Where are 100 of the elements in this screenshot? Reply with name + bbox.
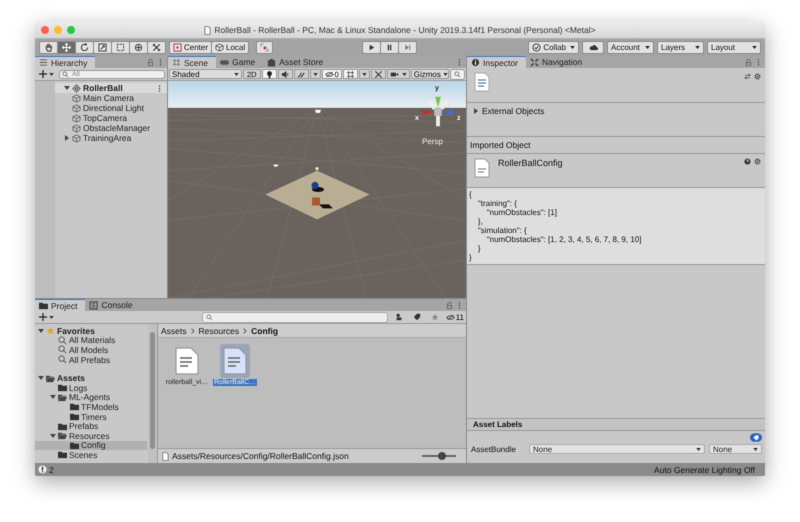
project-tree-row[interactable]: Prefabs: [35, 421, 147, 431]
project-tree-row[interactable]: All Materials: [35, 336, 147, 346]
settings-icon[interactable]: [754, 73, 761, 80]
custom-tool-button[interactable]: [147, 41, 166, 54]
breadcrumb-item[interactable]: Assets: [161, 326, 187, 336]
caret-icon: [753, 448, 758, 450]
audio-toggle[interactable]: [278, 69, 293, 79]
scene-view-tab[interactable]: Asset Store: [263, 56, 332, 68]
asset-bundle-variant-dropdown[interactable]: None: [709, 444, 762, 454]
inspector-window-tab[interactable]: Navigation: [526, 56, 590, 68]
project-tree-row[interactable]: Favorites: [35, 326, 147, 336]
effects-dropdown[interactable]: [310, 69, 321, 79]
slider-thumb[interactable]: [438, 452, 446, 460]
project-tree-row[interactable]: Config: [35, 440, 147, 450]
step-icon: [402, 43, 412, 52]
project-window-tab[interactable]: Console: [85, 299, 141, 311]
asset-bundle-dropdown[interactable]: None: [529, 444, 705, 454]
hierarchy-tab[interactable]: Hierarchy: [35, 56, 96, 68]
project-tree-row[interactable]: TFModels: [35, 402, 147, 412]
account-dropdown[interactable]: Account: [607, 41, 654, 54]
swap-arrows-icon[interactable]: [744, 73, 751, 80]
scene-icon: [72, 84, 81, 92]
info-icon: [471, 58, 480, 67]
asset-labels-header: Asset Labels: [467, 418, 765, 431]
more-options-icon[interactable]: [157, 58, 164, 66]
create-button[interactable]: [37, 312, 56, 322]
project-tree-row[interactable]: All Prefabs: [35, 354, 147, 364]
expand-arrow-icon[interactable]: [64, 135, 70, 141]
grid-dropdown[interactable]: [358, 69, 370, 79]
tools-icon: [152, 43, 161, 52]
project-tree-row[interactable]: Timers: [35, 412, 147, 422]
effects-toggle[interactable]: [294, 69, 309, 79]
expand-arrow-icon[interactable]: [50, 432, 56, 439]
hierarchy-item[interactable]: TrainingArea: [83, 133, 132, 143]
lock-icon[interactable]: [446, 302, 453, 308]
camera-dropdown[interactable]: [386, 69, 410, 79]
pivot-mode-button[interactable]: Center: [169, 41, 212, 54]
project-tree-row[interactable]: Assets: [35, 373, 147, 383]
caret-icon: [645, 46, 650, 49]
project-search-field[interactable]: [202, 312, 388, 322]
settings-icon[interactable]: [754, 158, 761, 165]
scene-view-tab[interactable]: Game: [216, 56, 264, 68]
projection-label[interactable]: Persp: [422, 137, 443, 146]
lock-icon[interactable]: [745, 58, 752, 66]
breadcrumb-item[interactable]: Resources: [198, 326, 240, 336]
hierarchy-item[interactable]: ObstacleManager: [83, 123, 150, 133]
layout-dropdown[interactable]: Layout: [707, 41, 761, 54]
rect-tool-button[interactable]: [111, 41, 130, 54]
move-tool-button[interactable]: [57, 41, 76, 54]
project-tree-row[interactable]: Logs: [35, 382, 147, 393]
hidden-packages-toggle[interactable]: 11: [446, 312, 464, 322]
project-tree-row[interactable]: All Models: [35, 345, 147, 355]
grid-toggle[interactable]: [342, 69, 358, 79]
create-button[interactable]: [37, 68, 56, 80]
grid-snap-button[interactable]: [256, 41, 274, 54]
help-icon[interactable]: [744, 158, 751, 165]
rotate-tool-button[interactable]: [75, 41, 94, 54]
tools-button[interactable]: [370, 69, 386, 79]
project-window-tab[interactable]: Project: [35, 299, 86, 311]
pivot-rotation-button[interactable]: Local: [211, 41, 250, 54]
rect-tool-icon: [116, 43, 125, 52]
expand-arrow-icon[interactable]: [38, 328, 44, 334]
expand-arrow-icon[interactable]: [473, 108, 479, 114]
hierarchy-item[interactable]: TopCamera: [83, 113, 127, 123]
layers-dropdown[interactable]: Layers: [657, 41, 704, 54]
warning-icon[interactable]: [38, 465, 47, 474]
transform-icon: [134, 43, 143, 52]
expand-arrow-icon[interactable]: [38, 375, 44, 382]
inspector-window-tab[interactable]: Inspector: [467, 56, 526, 68]
breadcrumb-item[interactable]: Config: [251, 326, 278, 336]
hand-tool-button[interactable]: [39, 41, 58, 54]
scene-view-tab[interactable]: Scene: [168, 56, 216, 68]
scale-tool-button[interactable]: [93, 41, 112, 54]
gizmos-dropdown[interactable]: Gizmos: [410, 69, 449, 79]
project-tree-row[interactable]: Resources: [35, 430, 147, 441]
caret-icon: [49, 72, 54, 76]
more-options-icon[interactable]: [456, 302, 463, 308]
text-file-icon[interactable]: [220, 344, 250, 378]
scrollbar[interactable]: [148, 324, 157, 463]
cloud-button[interactable]: [582, 41, 604, 54]
expand-arrow-icon[interactable]: [64, 85, 70, 91]
more-options-icon[interactable]: [755, 58, 762, 66]
label-tag-icon[interactable]: [750, 433, 762, 442]
scene-search-field[interactable]: [450, 68, 465, 80]
pause-button[interactable]: [380, 41, 398, 54]
play-button[interactable]: [362, 41, 380, 54]
lighting-toggle[interactable]: [262, 69, 277, 79]
hierarchy-item[interactable]: Directional Light: [83, 103, 144, 113]
pivot-center-icon: [173, 43, 182, 52]
more-options-icon[interactable]: [456, 58, 463, 66]
hierarchy-item[interactable]: Main Camera: [83, 93, 134, 103]
external-objects-foldout[interactable]: External Objects: [473, 106, 765, 116]
collab-dropdown[interactable]: Collab: [528, 41, 579, 54]
project-tree-row[interactable]: Scenes: [35, 450, 147, 460]
lock-icon[interactable]: [147, 58, 154, 66]
project-tree-row[interactable]: ML-Agents: [35, 392, 147, 402]
draw-mode-dropdown[interactable]: Shaded: [169, 69, 242, 79]
expand-arrow-icon[interactable]: [50, 394, 56, 400]
more-options-icon[interactable]: [156, 84, 163, 92]
transform-tool-button[interactable]: [129, 41, 148, 54]
